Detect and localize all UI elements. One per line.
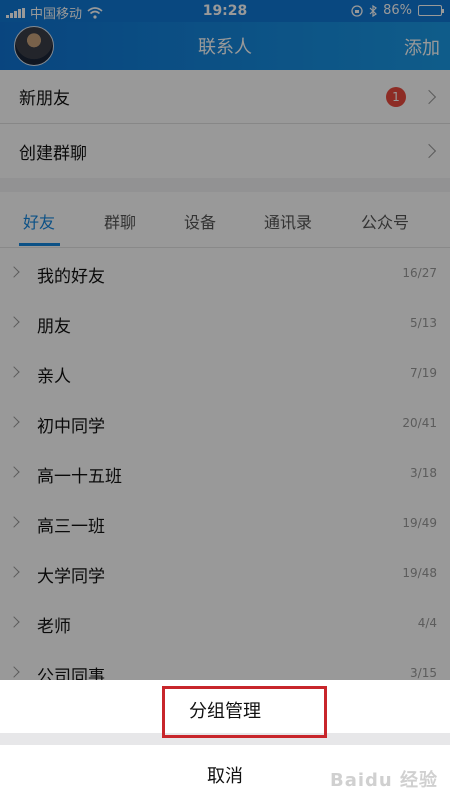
modal-backdrop[interactable] [0,0,450,680]
highlight-annotation [162,686,327,738]
watermark: Baidu 经验 [329,770,438,791]
